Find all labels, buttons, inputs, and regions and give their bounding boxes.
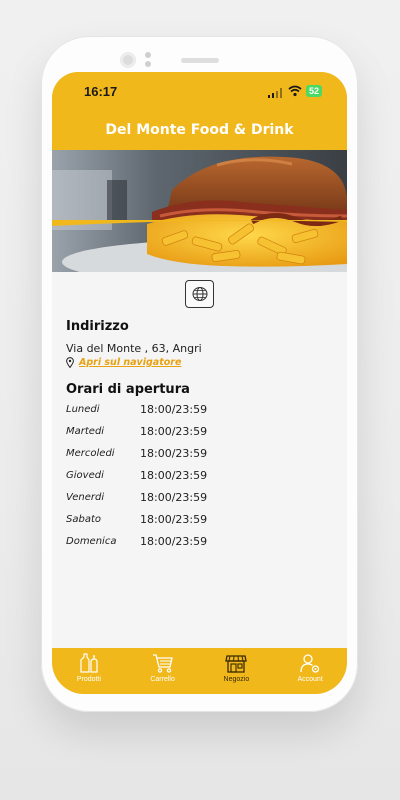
signal-icon [268,88,282,98]
tab-label: Carrello [150,676,175,683]
website-button[interactable] [185,280,214,308]
hours-row: Martedi 18:00/23:59 [66,425,326,448]
hours-time: 18:00/23:59 [140,469,208,482]
hours-day: Domenica [66,536,117,547]
tab-label: Prodotti [76,676,101,683]
sensor-dot [145,61,151,67]
tab-store[interactable]: Negozio [200,648,274,694]
hours-time: 18:00/23:59 [140,513,208,526]
hours-row: Sabato 18:00/23:59 [66,513,326,536]
location-pin-icon [66,357,74,368]
opening-hours-list: Lunedi 18:00/23:59 Martedi 18:00/23:59 Mer… [66,403,326,558]
bottom-tab-bar: Prodotti Carrello Negozio Account [52,648,347,694]
hours-day: Sabato [66,514,101,525]
hours-row: Mercoledi 18:00/23:59 [66,447,326,470]
hours-row: Lunedi 18:00/23:59 [66,403,326,426]
hours-time: 18:00/23:59 [140,535,208,548]
tab-label: Negozio [223,676,250,683]
hours-time: 18:00/23:59 [140,425,208,438]
wifi-icon [288,85,302,97]
header-curve [52,220,347,226]
opening-hours-heading: Orari di apertura [66,382,190,397]
battery-indicator: 52 [306,85,323,97]
speaker-grille [181,58,219,63]
sensor-dot [145,52,151,58]
tab-label: Account [297,676,323,683]
hours-row: Domenica 18:00/23:59 [66,535,326,558]
store-icon [225,655,248,673]
hours-time: 18:00/23:59 [140,491,208,504]
tab-cart[interactable]: Carrello [126,648,200,694]
hours-day: Mercoledi [66,448,115,459]
app-screen: 16:17 52 Del Monte Food & Drink Indirizz… [52,72,347,694]
hours-row: Giovedi 18:00/23:59 [66,469,326,492]
address-heading: Indirizzo [66,319,129,334]
open-navigator-link[interactable]: Apri sul navigatore [66,357,181,368]
tab-account[interactable]: Account [273,648,347,694]
burger-photo [52,150,347,272]
hours-day: Venerdi [66,492,105,503]
status-bar: 16:17 52 [52,72,347,110]
products-icon [80,653,98,673]
status-time: 16:17 [84,84,118,99]
hours-day: Martedi [66,426,105,437]
hours-row: Venerdi 18:00/23:59 [66,491,326,514]
cart-icon [152,654,173,673]
hero-image [52,150,347,272]
store-address: Via del Monte , 63, Angri [66,342,202,355]
hours-time: 18:00/23:59 [140,447,208,460]
hours-day: Lunedi [66,404,100,415]
globe-icon [192,287,207,301]
camera-icon [120,52,136,68]
phone-top-bezel [41,36,358,76]
navigator-link-label: Apri sul navigatore [79,357,182,368]
account-settings-icon [300,654,320,673]
hours-time: 18:00/23:59 [140,403,208,416]
app-title: Del Monte Food & Drink [105,122,294,138]
hours-day: Giovedi [66,470,104,481]
tab-products[interactable]: Prodotti [52,648,126,694]
